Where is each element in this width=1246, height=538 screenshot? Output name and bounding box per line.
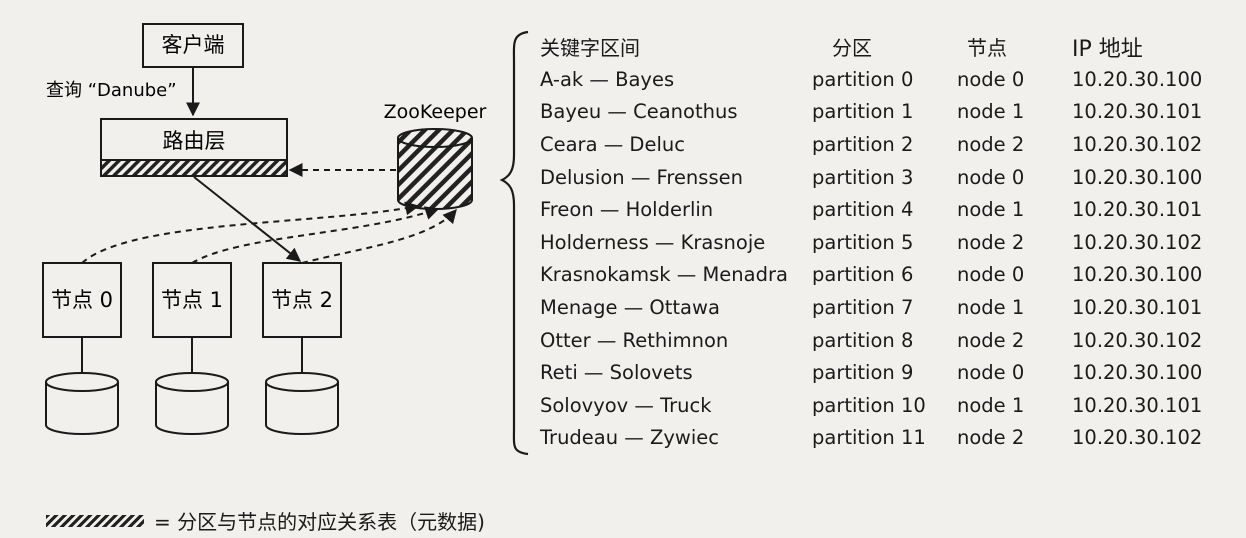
cell-key-range: Krasnokamsk — Menadra	[540, 263, 788, 287]
table-row: Freon — Holderlin partition 4 node 1 10.20.…	[540, 193, 1230, 226]
client-label: 客户端	[162, 33, 225, 57]
cell-key-range: Menage — Ottawa	[540, 295, 720, 319]
cell-node: node 0	[957, 67, 1025, 91]
cell-ip: 10.20.30.100	[1072, 361, 1203, 385]
table-row: A-ak — Bayes partition 0 node 0 10.20.30.10…	[540, 63, 1230, 96]
table-row: Ceara — Deluc partition 2 node 2 10.20.30.1…	[540, 128, 1230, 161]
cell-partition: partition 5	[812, 230, 914, 254]
routing-label: 路由层	[163, 129, 226, 153]
cell-key-range: Ceara — Deluc	[540, 132, 685, 156]
cell-key-range: Bayeu — Ceanothus	[540, 100, 738, 124]
node-0-label: 节点 0	[51, 288, 113, 312]
table-row: Reti — Solovets partition 9 node 0 10.20.30…	[540, 356, 1230, 389]
node0-to-zk-arrow	[81, 201, 420, 264]
cell-partition: partition 9	[812, 361, 914, 385]
cell-key-range: A-ak — Bayes	[540, 67, 675, 91]
table-header: 关键字区间 分区 节点 IP 地址	[540, 30, 1230, 63]
node-2-disk	[265, 372, 339, 435]
table-body: A-ak — Bayes partition 0 node 0 10.20.30.10…	[540, 63, 1230, 454]
table-row: Delusion — Frenssen partition 3 node 0 10.2…	[540, 161, 1230, 194]
cell-partition: partition 2	[812, 132, 914, 156]
table-brace	[499, 30, 529, 456]
client-box: 客户端	[142, 23, 244, 68]
cell-node: node 1	[957, 100, 1025, 124]
cell-node: node 0	[957, 165, 1025, 189]
cell-node: node 0	[957, 361, 1025, 385]
cell-partition: partition 8	[812, 328, 914, 352]
zookeeper-cylinder: ZooKeeper	[384, 101, 487, 210]
cell-partition: partition 6	[812, 263, 914, 287]
routing-to-node2-arrow	[193, 176, 302, 262]
cell-partition: partition 1	[812, 100, 914, 124]
cell-partition: partition 11	[812, 426, 926, 450]
cell-partition: partition 10	[812, 393, 926, 417]
routing-metadata-hatch	[100, 159, 288, 177]
node-1-label: 节点 1	[161, 288, 223, 312]
cell-ip: 10.20.30.101	[1072, 198, 1203, 222]
cell-node: node 2	[957, 426, 1025, 450]
cell-node: node 0	[957, 263, 1025, 287]
cell-key-range: Otter — Rethimnon	[540, 328, 729, 352]
header-key-range: 关键字区间	[540, 36, 640, 60]
cell-key-range: Reti — Solovets	[540, 361, 693, 385]
query-label: 查询 “Danube”	[46, 80, 177, 101]
node-1-disk	[155, 372, 229, 435]
cell-ip: 10.20.30.102	[1072, 132, 1203, 156]
table-row: Otter — Rethimnon partition 8 node 2 10.20.…	[540, 324, 1230, 357]
node-2-label: 节点 2	[271, 288, 333, 312]
node-0-box: 节点 0	[42, 262, 122, 338]
hatch-swatch	[46, 514, 144, 527]
legend-label: = 分区与节点的对应关系表（元数据)	[154, 510, 485, 534]
table-row: Menage — Ottawa partition 7 node 1 10.20.30…	[540, 291, 1230, 324]
table-row: Bayeu — Ceanothus partition 1 node 1 10.20.…	[540, 96, 1230, 129]
cell-node: node 2	[957, 132, 1025, 156]
cell-node: node 1	[957, 393, 1025, 417]
cell-node: node 2	[957, 230, 1025, 254]
node-2-box: 节点 2	[262, 262, 342, 338]
cell-ip: 10.20.30.100	[1072, 165, 1203, 189]
cell-ip: 10.20.30.102	[1072, 426, 1203, 450]
node1-to-zk-arrow	[191, 206, 440, 264]
table-row: Holderness — Krasnoje partition 5 node 2 10…	[540, 226, 1230, 259]
cell-key-range: Trudeau — Zywiec	[540, 426, 719, 450]
cell-ip: 10.20.30.102	[1072, 328, 1203, 352]
cell-ip: 10.20.30.100	[1072, 67, 1203, 91]
node2-to-zk-arrow	[301, 208, 457, 264]
cell-ip: 10.20.30.101	[1072, 295, 1203, 319]
cell-ip: 10.20.30.100	[1072, 263, 1203, 287]
header-partition: 分区	[832, 36, 872, 60]
routing-tier-box: 路由层	[100, 118, 288, 177]
cell-node: node 1	[957, 295, 1025, 319]
table-row: Solovyov — Truck partition 10 node 1 10.20.…	[540, 389, 1230, 422]
cell-partition: partition 4	[812, 198, 914, 222]
cell-partition: partition 7	[812, 295, 914, 319]
table-row: Krasnokamsk — Menadra partition 6 node 0 10…	[540, 259, 1230, 292]
header-node: 节点	[967, 36, 1007, 60]
table-row: Trudeau — Zywiec partition 11 node 2 10.20.…	[540, 422, 1230, 455]
cell-key-range: Holderness — Krasnoje	[540, 230, 766, 254]
zookeeper-label: ZooKeeper	[384, 101, 487, 123]
cell-ip: 10.20.30.101	[1072, 100, 1203, 124]
cell-ip: 10.20.30.101	[1072, 393, 1203, 417]
cell-partition: partition 3	[812, 165, 914, 189]
header-ip: IP 地址	[1072, 36, 1143, 62]
node-0-disk	[45, 372, 119, 435]
partition-metadata-table: 关键字区间 分区 节点 IP 地址 A-ak — Bayes partition …	[540, 30, 1230, 454]
cell-node: node 2	[957, 328, 1025, 352]
cell-key-range: Solovyov — Truck	[540, 393, 712, 417]
node-1-box: 节点 1	[152, 262, 232, 338]
cell-key-range: Delusion — Frenssen	[540, 165, 743, 189]
legend: = 分区与节点的对应关系表（元数据)	[46, 506, 485, 535]
cell-partition: partition 0	[812, 67, 914, 91]
cell-node: node 1	[957, 198, 1025, 222]
cell-ip: 10.20.30.102	[1072, 230, 1203, 254]
cell-key-range: Freon — Holderlin	[540, 198, 714, 222]
